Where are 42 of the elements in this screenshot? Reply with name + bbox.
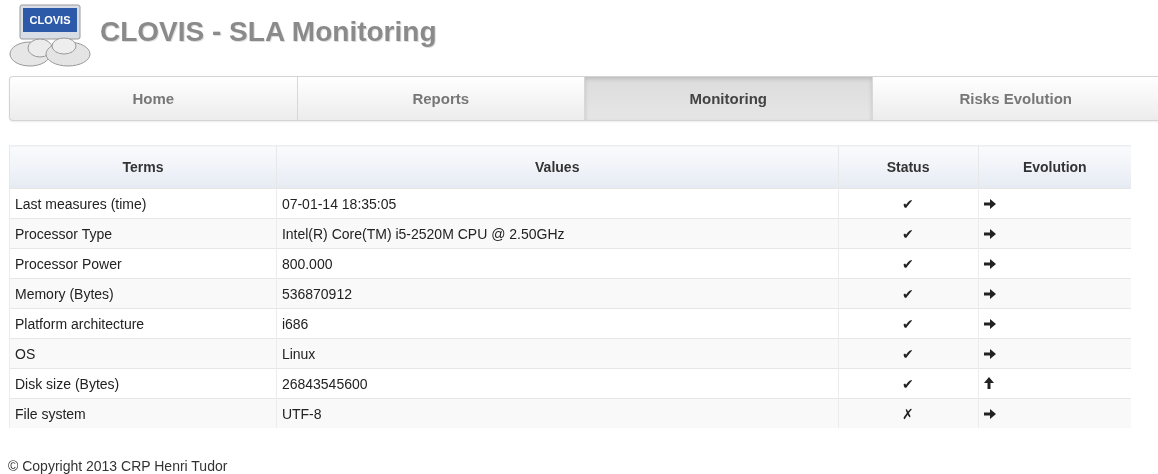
table-cell: Intel(R) Core(TM) i5-2520M CPU @ 2.50GHz xyxy=(276,218,839,249)
table-cell: File system xyxy=(9,398,277,428)
table-cell: 26843545600 xyxy=(276,368,839,399)
table-cell: Platform architecture xyxy=(9,308,277,339)
status-cell: ✔ xyxy=(838,248,979,279)
table-cell: Last measures (time) xyxy=(9,188,277,219)
table-cell: i686 xyxy=(276,308,839,339)
arrow-right-icon xyxy=(983,198,996,209)
table-cell: OS xyxy=(9,338,277,369)
status-cell: ✔ xyxy=(838,338,979,369)
arrow-right-icon xyxy=(983,288,996,299)
status-cell: ✔ xyxy=(838,368,979,399)
copyright-text: © Copyright 2013 CRP Henri Tudor xyxy=(8,458,229,474)
status-cell: ✔ xyxy=(838,308,979,339)
nav-tab[interactable]: Monitoring xyxy=(584,77,872,120)
nav-tab[interactable]: Home xyxy=(10,77,297,120)
status-cell: ✔ xyxy=(838,188,979,219)
status-cell: ✔ xyxy=(838,278,979,309)
nav-tab[interactable]: Risks Evolution xyxy=(871,77,1158,120)
column-header: Terms xyxy=(9,145,277,189)
page-title: CLOVIS - SLA Monitoring xyxy=(100,16,437,48)
arrow-right-icon xyxy=(983,348,996,359)
table-cell: Disk size (Bytes) xyxy=(9,368,277,399)
table-cell: 800.000 xyxy=(276,248,839,279)
arrow-right-icon xyxy=(983,318,996,329)
arrow-right-icon xyxy=(983,408,996,419)
arrow-up-icon xyxy=(983,376,994,389)
table-cell: Memory (Bytes) xyxy=(9,278,277,309)
column-header: Status xyxy=(838,145,979,189)
column-header: Evolution xyxy=(978,145,1131,189)
table-cell: UTF-8 xyxy=(276,398,839,428)
status-cell: ✔ xyxy=(838,218,979,249)
status-cell: ✗ xyxy=(838,398,979,428)
cloud-computer-logo: CLOVIS xyxy=(6,4,94,68)
table-cell: 536870912 xyxy=(276,278,839,309)
table-cell: Processor Type xyxy=(9,218,277,249)
table-cell: Linux xyxy=(276,338,839,369)
table-cell: Processor Power xyxy=(9,248,277,279)
arrow-right-icon xyxy=(983,258,996,269)
column-header: Values xyxy=(276,145,839,189)
arrow-right-icon xyxy=(983,228,996,239)
table-cell: 07-01-14 18:35:05 xyxy=(276,188,839,219)
